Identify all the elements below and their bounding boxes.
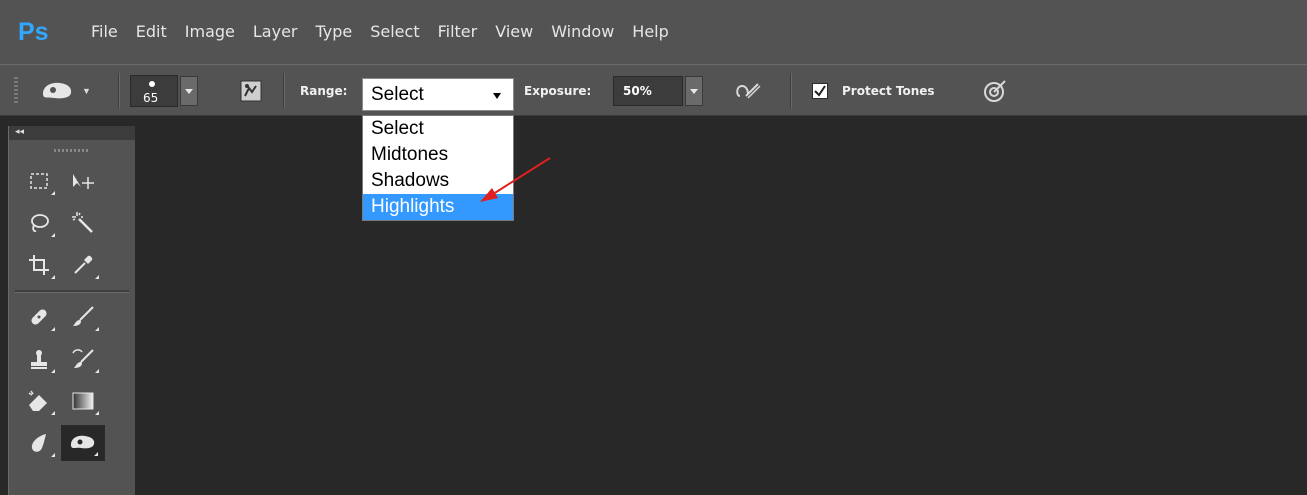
tools-panel: ◂◂ xyxy=(8,126,135,495)
stamp-icon xyxy=(31,350,47,369)
gradient-tool[interactable] xyxy=(61,383,105,419)
brush-tool[interactable] xyxy=(61,299,105,335)
options-bar: ▼ 65 Range: Select Exposure: 50% Protect… xyxy=(0,64,1307,116)
chevron-down-icon: ▼ xyxy=(82,86,91,96)
protect-tones-checkbox[interactable] xyxy=(812,83,828,99)
brush-size-value: 65 xyxy=(143,91,159,105)
range-option-select[interactable]: Select xyxy=(363,116,513,142)
exposure-value: 50% xyxy=(623,84,652,98)
pen-pressure-icon xyxy=(984,80,1006,102)
sponge-icon xyxy=(71,435,95,449)
protect-tones-label: Protect Tones xyxy=(842,84,935,98)
marquee-tool[interactable] xyxy=(17,163,61,199)
sponge-tool[interactable] xyxy=(61,425,105,461)
history-brush-tool[interactable] xyxy=(61,341,105,377)
menu-view[interactable]: View xyxy=(486,0,542,64)
range-label: Range: xyxy=(300,84,348,98)
divider xyxy=(118,73,119,109)
collapse-panel-icon[interactable]: ◂◂ xyxy=(15,126,24,137)
tool-preset-picker[interactable]: ▼ xyxy=(40,77,102,105)
options-bar-grip[interactable] xyxy=(14,77,18,105)
menu-window[interactable]: Window xyxy=(542,0,623,64)
brush-panel-toggle[interactable] xyxy=(238,78,264,104)
lasso-icon xyxy=(31,214,49,233)
tools-panel-grip[interactable] xyxy=(9,140,135,160)
toolbox-divider xyxy=(15,290,129,292)
eyedropper-icon xyxy=(74,255,93,274)
history-brush-icon xyxy=(72,349,94,368)
magic-wand-tool[interactable] xyxy=(61,205,105,241)
crop-icon xyxy=(29,255,49,275)
menu-filter[interactable]: Filter xyxy=(429,0,487,64)
brush-panel-icon xyxy=(240,80,262,102)
menu-bar: Ps File Edit Image Layer Type Select Fil… xyxy=(0,0,1307,64)
photoshop-logo: Ps xyxy=(18,17,49,46)
range-select-value: Select xyxy=(371,83,424,105)
brush-size-preview[interactable]: 65 xyxy=(130,75,178,107)
exposure-slider-dropdown[interactable] xyxy=(685,76,703,106)
eraser-icon xyxy=(28,390,47,411)
menu-image[interactable]: Image xyxy=(176,0,244,64)
eyedropper-tool[interactable] xyxy=(61,247,105,283)
move-tool[interactable] xyxy=(61,163,105,199)
lasso-tool[interactable] xyxy=(17,205,61,241)
menu-layer[interactable]: Layer xyxy=(244,0,307,64)
bandage-icon xyxy=(31,309,47,325)
pressure-size-toggle[interactable] xyxy=(980,77,1010,105)
move-icon xyxy=(73,174,94,189)
exposure-label: Exposure: xyxy=(524,84,592,98)
clone-stamp-tool[interactable] xyxy=(17,341,61,377)
crop-tool[interactable] xyxy=(17,247,61,283)
menu-select[interactable]: Select xyxy=(361,0,428,64)
divider xyxy=(790,73,791,109)
airbrush-icon xyxy=(736,83,761,99)
brush-picker-dropdown[interactable] xyxy=(180,76,198,106)
healing-brush-tool[interactable] xyxy=(17,299,61,335)
brush-icon xyxy=(73,306,94,326)
marquee-icon xyxy=(30,173,48,189)
menu-file[interactable]: File xyxy=(82,0,127,64)
annotation-arrow-icon xyxy=(480,157,551,202)
blur-drop-icon xyxy=(31,434,46,452)
divider xyxy=(283,73,284,109)
checkmark-icon xyxy=(814,85,826,97)
sponge-icon xyxy=(43,82,72,99)
exposure-input[interactable]: 50% xyxy=(613,76,683,106)
menu-type[interactable]: Type xyxy=(306,0,361,64)
document-canvas-area[interactable] xyxy=(135,116,1307,495)
blur-tool[interactable] xyxy=(17,425,61,461)
menu-edit[interactable]: Edit xyxy=(127,0,176,64)
airbrush-toggle[interactable] xyxy=(733,78,763,104)
gradient-icon xyxy=(72,392,94,410)
eraser-tool[interactable] xyxy=(17,383,61,419)
magic-wand-icon xyxy=(72,212,93,233)
dropdown-arrow-icon xyxy=(493,93,501,99)
tools-panel-header: ◂◂ xyxy=(9,126,135,140)
menu-help[interactable]: Help xyxy=(623,0,677,64)
range-select[interactable]: Select xyxy=(362,78,514,111)
brush-tip-icon xyxy=(149,81,155,87)
